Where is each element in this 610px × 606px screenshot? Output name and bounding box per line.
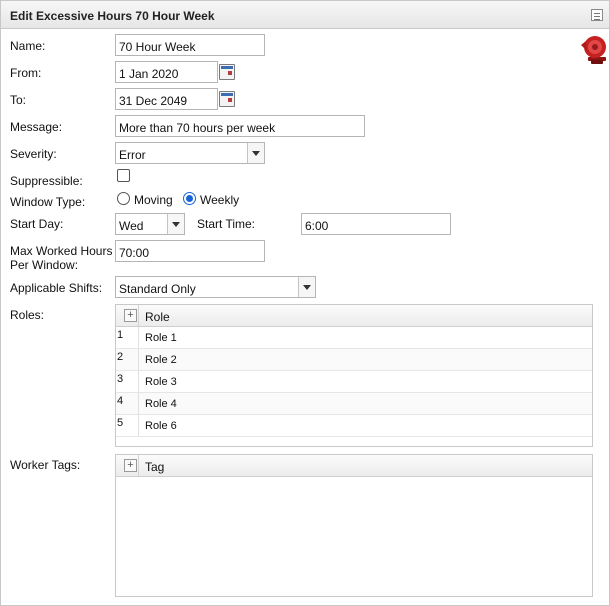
- tag-column-header[interactable]: Tag: [138, 455, 592, 476]
- from-label: From:: [10, 66, 42, 80]
- role-cell[interactable]: Role 4: [138, 393, 592, 414]
- row-number: 2: [117, 351, 124, 363]
- row-number: 5: [117, 417, 124, 429]
- suppressible-checkbox[interactable]: [117, 169, 130, 182]
- roles-grid-header: + Role: [116, 305, 592, 327]
- name-input[interactable]: 70 Hour Week: [115, 34, 265, 56]
- panel-title: Edit Excessive Hours 70 Hour Week: [10, 9, 215, 23]
- from-date-input[interactable]: 1 Jan 2020: [115, 61, 218, 83]
- chevron-down-icon[interactable]: [167, 214, 184, 234]
- row-number: 3: [117, 373, 124, 385]
- roles-label: Roles:: [10, 308, 45, 322]
- table-row[interactable]: 3 Role 3: [116, 371, 592, 393]
- worker-tags-label: Worker Tags:: [10, 458, 81, 472]
- start-day-select[interactable]: Wed: [115, 213, 185, 235]
- to-date-input[interactable]: 31 Dec 2049: [115, 88, 218, 110]
- row-number: 1: [117, 329, 124, 341]
- worker-tags-grid-header: + Tag: [116, 455, 592, 477]
- max-worked-hours-input[interactable]: 70:00: [115, 240, 265, 262]
- start-time-label: Start Time:: [197, 217, 256, 231]
- calendar-icon[interactable]: [219, 91, 235, 107]
- row-number: 4: [117, 395, 124, 407]
- role-column-header[interactable]: Role: [138, 305, 592, 326]
- table-row[interactable]: 2 Role 2: [116, 349, 592, 371]
- calendar-icon[interactable]: [219, 64, 235, 80]
- message-label: Message:: [10, 120, 63, 134]
- table-row[interactable]: 5 Role 6: [116, 415, 592, 437]
- max-worked-hours-label-line1: Max Worked Hours: [10, 244, 113, 258]
- table-row[interactable]: 1 Role 1: [116, 327, 592, 349]
- window-type-weekly-label: Weekly: [200, 193, 240, 207]
- roles-grid: + Role 1 Role 1 2 Role 2 3 Role 3 4 Role…: [115, 304, 593, 447]
- add-role-icon[interactable]: +: [124, 309, 137, 322]
- applicable-shifts-select[interactable]: Standard Only: [115, 276, 316, 298]
- role-cell[interactable]: Role 3: [138, 371, 592, 392]
- to-label: To:: [10, 93, 27, 107]
- start-day-label: Start Day:: [10, 217, 64, 231]
- start-day-value: Wed: [119, 219, 144, 233]
- table-row[interactable]: 4 Role 4: [116, 393, 592, 415]
- window-type-weekly-radio[interactable]: [183, 192, 196, 205]
- start-time-input[interactable]: 6:00: [301, 213, 451, 235]
- panel-menu-icon[interactable]: [591, 9, 603, 21]
- max-worked-hours-label-line2: Per Window:: [10, 258, 79, 272]
- message-input[interactable]: More than 70 hours per week: [115, 115, 365, 137]
- severity-select[interactable]: Error: [115, 142, 265, 164]
- applicable-shifts-value: Standard Only: [119, 282, 196, 296]
- window-type-moving-radio[interactable]: [117, 192, 130, 205]
- window-type-moving-label: Moving: [134, 193, 173, 207]
- suppressible-label: Suppressible:: [10, 174, 83, 188]
- role-cell[interactable]: Role 2: [138, 349, 592, 370]
- role-cell[interactable]: Role 6: [138, 415, 592, 436]
- worker-tags-grid: + Tag: [115, 454, 593, 597]
- edit-rule-panel: Edit Excessive Hours 70 Hour Week Name: …: [0, 0, 610, 606]
- chevron-down-icon[interactable]: [247, 143, 264, 163]
- severity-value: Error: [119, 148, 146, 162]
- role-cell[interactable]: Role 1: [138, 327, 592, 348]
- name-label: Name:: [10, 39, 46, 53]
- panel-titlebar: Edit Excessive Hours 70 Hour Week: [1, 1, 609, 29]
- applicable-shifts-label: Applicable Shifts:: [10, 281, 103, 295]
- alarm-bell-icon: [581, 36, 606, 64]
- severity-label: Severity:: [10, 147, 57, 161]
- window-type-label: Window Type:: [10, 195, 86, 209]
- chevron-down-icon[interactable]: [298, 277, 315, 297]
- add-tag-icon[interactable]: +: [124, 459, 137, 472]
